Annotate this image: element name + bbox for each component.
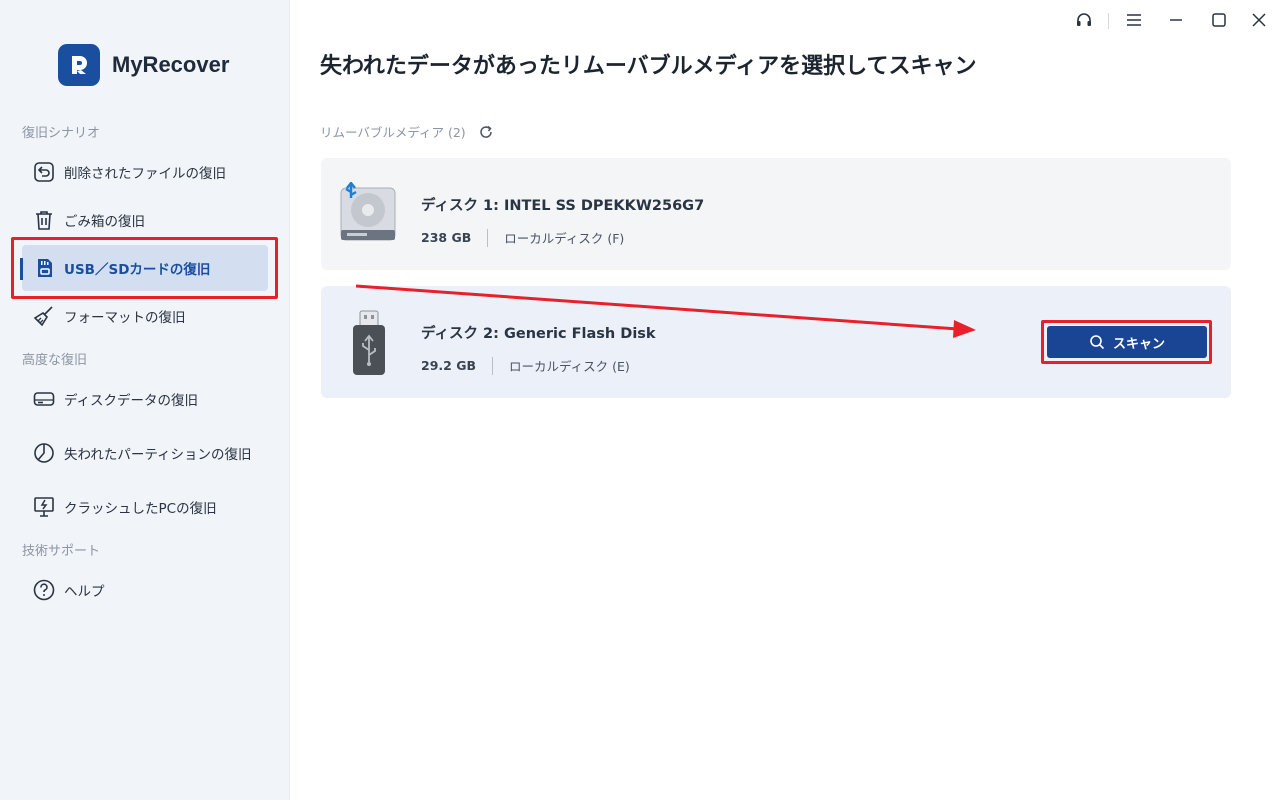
removable-media-header: リムーバブルメディア (2) xyxy=(320,122,494,141)
sidebar-item-crashed-pc-recovery[interactable]: クラッシュしたPCの復旧 xyxy=(22,484,268,530)
usb-flash-drive-icon xyxy=(351,310,387,380)
section-title-advanced-recovery: 高度な復旧 xyxy=(22,353,88,368)
close-icon xyxy=(1251,12,1267,32)
app-name: MyRecover xyxy=(112,52,230,77)
broom-icon xyxy=(32,304,56,328)
search-icon xyxy=(1089,334,1105,350)
sidebar-item-format-recovery[interactable]: フォーマットの復旧 xyxy=(22,293,268,339)
removable-media-count-label: リムーバブルメディア (2) xyxy=(320,125,466,140)
disk-name: ディスク 1: INTEL SS DPEKKW256G7 xyxy=(421,198,705,214)
meta-divider xyxy=(487,228,489,247)
help-icon xyxy=(32,578,56,602)
sidebar-item-label: USB／SDカードの復旧 xyxy=(64,262,211,278)
section-title-recovery-scenarios: 復旧シナリオ xyxy=(22,126,101,141)
sidebar-item-usb-sd-recovery[interactable]: USB／SDカードの復旧 xyxy=(22,245,268,291)
sidebar-item-help[interactable]: ヘルプ xyxy=(22,567,268,613)
sd-card-icon xyxy=(32,256,56,280)
sidebar-item-lost-partition-recovery[interactable]: 失われたパーティションの復旧 xyxy=(22,430,268,476)
menu-icon xyxy=(1126,12,1142,32)
disk-meta: 238 GB ローカルディスク (F) xyxy=(421,228,624,247)
disk-size: 238 GB xyxy=(421,230,472,245)
crashed-pc-icon xyxy=(32,495,56,519)
support-button[interactable] xyxy=(1070,8,1098,36)
minimize-button[interactable] xyxy=(1162,8,1190,36)
disk-size: 29.2 GB xyxy=(421,358,476,373)
minimize-icon xyxy=(1168,12,1184,32)
trash-icon xyxy=(32,208,56,232)
close-button[interactable] xyxy=(1245,8,1273,36)
app-logo: MyRecover xyxy=(58,44,229,86)
sidebar-item-label: フォーマットの復旧 xyxy=(64,310,186,326)
partition-icon xyxy=(32,441,56,465)
disk-type: ローカルディスク (F) xyxy=(504,231,625,246)
sidebar-item-label: 失われたパーティションの復旧 xyxy=(64,447,252,463)
sidebar: MyRecover 復旧シナリオ 削除されたファイルの復旧 ごみ箱の復旧 USB… xyxy=(0,0,290,800)
sidebar-item-label: ディスクデータの復旧 xyxy=(64,393,199,409)
disk-meta: 29.2 GB ローカルディスク (E) xyxy=(421,356,630,375)
drive-icon xyxy=(32,387,56,411)
sidebar-item-label: 削除されたファイルの復旧 xyxy=(64,166,226,182)
page-title: 失われたデータがあったリムーバブルメディアを選択してスキャン xyxy=(320,54,977,79)
meta-divider xyxy=(491,356,493,375)
disk-type: ローカルディスク (E) xyxy=(508,359,630,374)
disk-name: ディスク 2: Generic Flash Disk xyxy=(421,326,656,342)
sidebar-item-label: ヘルプ xyxy=(64,584,105,600)
section-title-tech-support: 技術サポート xyxy=(22,544,101,559)
myrecover-logo-icon xyxy=(58,44,100,86)
sidebar-item-deleted-files[interactable]: 削除されたファイルの復旧 xyxy=(22,149,268,195)
sidebar-item-label: ごみ箱の復旧 xyxy=(64,214,145,230)
scan-button[interactable]: スキャン xyxy=(1047,326,1207,358)
maximize-button[interactable] xyxy=(1205,8,1233,36)
refresh-icon[interactable] xyxy=(478,124,494,140)
sidebar-item-label: クラッシュしたPCの復旧 xyxy=(64,501,217,517)
headset-icon xyxy=(1075,11,1093,33)
menu-button[interactable] xyxy=(1120,8,1148,36)
scan-button-label: スキャン xyxy=(1112,336,1165,352)
sidebar-item-disk-data-recovery[interactable]: ディスクデータの復旧 xyxy=(22,376,268,422)
disk-card-1[interactable]: ディスク 1: INTEL SS DPEKKW256G7 238 GB ローカル… xyxy=(321,158,1231,270)
sidebar-item-recycle-bin[interactable]: ごみ箱の復旧 xyxy=(22,197,268,243)
usb-hdd-icon xyxy=(339,181,399,248)
active-indicator xyxy=(20,258,23,280)
maximize-icon xyxy=(1211,12,1227,32)
titlebar-separator xyxy=(1108,13,1109,29)
undo-file-icon xyxy=(32,160,56,184)
